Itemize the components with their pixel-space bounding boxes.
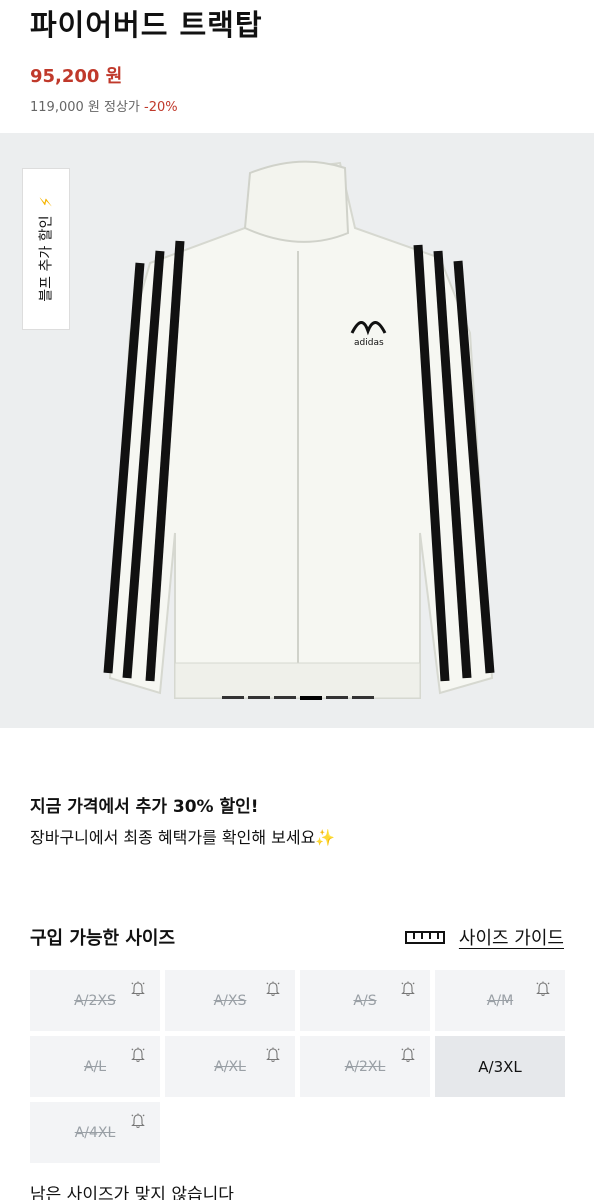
jacket-illustration: adidas: [103, 160, 495, 699]
restock-alert-bell-icon[interactable]: [131, 981, 145, 997]
lightning-icon: ⚡: [36, 196, 56, 208]
product-image[interactable]: adidas 블프 추가 할인 ⚡: [0, 133, 594, 728]
size-option-label: A/3XL: [478, 1057, 522, 1076]
size-grid: A/2XS A/XS A/S A/M A/L A/XL A/2XL A/3XL A/4XL: [30, 970, 566, 1163]
size-option[interactable]: A/2XS: [30, 970, 160, 1031]
size-option-label: A/M: [486, 992, 514, 1009]
size-option-label: A/XS: [213, 992, 247, 1009]
size-option[interactable]: A/3XL: [435, 1036, 565, 1097]
size-option[interactable]: A/XL: [165, 1036, 295, 1097]
carousel-dot[interactable]: [352, 696, 374, 699]
size-option[interactable]: A/L: [30, 1036, 160, 1097]
size-option[interactable]: A/4XL: [30, 1102, 160, 1163]
size-option-label: A/XL: [214, 1058, 246, 1075]
restock-alert-bell-icon[interactable]: [536, 981, 550, 997]
sale-price: 95,200 원: [30, 66, 123, 87]
size-option[interactable]: A/2XL: [300, 1036, 430, 1097]
benefit-title: 지금 가격에서 추가 30% 할인!: [30, 797, 259, 817]
carousel-dot-active[interactable]: [300, 696, 322, 700]
ruler-icon: [404, 930, 445, 944]
size-option-label: A/L: [83, 1058, 107, 1075]
carousel-dot[interactable]: [222, 696, 244, 699]
size-heading: 구입 가능한 사이즈: [30, 928, 176, 949]
carousel-dot[interactable]: [326, 696, 348, 699]
restock-alert-bell-icon[interactable]: [131, 1047, 145, 1063]
size-option[interactable]: A/S: [300, 970, 430, 1031]
carousel-indicator: [222, 696, 374, 700]
restock-alert-bell-icon[interactable]: [266, 981, 280, 997]
restock-alert-bell-icon[interactable]: [266, 1047, 280, 1063]
carousel-dot[interactable]: [248, 696, 270, 699]
discount-rate: -20%: [144, 100, 178, 115]
brand-logo: adidas: [354, 338, 384, 348]
size-option-label: A/S: [353, 992, 377, 1009]
size-not-fit-note[interactable]: 남은 사이즈가 맞지 않습니다: [30, 1180, 234, 1200]
benefit-subtitle: 장바구니에서 최종 혜택가를 확인해 보세요✨: [30, 824, 335, 848]
restock-alert-bell-icon[interactable]: [401, 981, 415, 997]
benefit-subtitle-text: 장바구니에서 최종 혜택가를 확인해 보세요: [30, 828, 316, 847]
promo-tag-label: 블프 추가 할인: [39, 215, 56, 302]
original-price: 119,000 원 정상가: [30, 100, 140, 115]
size-guide-label: 사이즈 가이드: [458, 928, 564, 949]
product-title: 파이어버드 트랙탑: [30, 8, 263, 42]
size-option-label: A/4XL: [74, 1124, 116, 1141]
sparkle-icon: ✨: [315, 828, 336, 847]
size-option[interactable]: A/XS: [165, 970, 295, 1031]
original-price-row: 119,000 원 정상가 -20%: [30, 96, 178, 115]
restock-alert-bell-icon[interactable]: [131, 1113, 145, 1129]
size-guide-link[interactable]: 사이즈 가이드: [404, 924, 564, 950]
size-option-label: A/2XS: [74, 992, 116, 1009]
promo-tag: 블프 추가 할인 ⚡: [22, 168, 70, 330]
carousel-dot[interactable]: [274, 696, 296, 699]
restock-alert-bell-icon[interactable]: [401, 1047, 415, 1063]
size-option-label: A/2XL: [344, 1058, 386, 1075]
size-option[interactable]: A/M: [435, 970, 565, 1031]
